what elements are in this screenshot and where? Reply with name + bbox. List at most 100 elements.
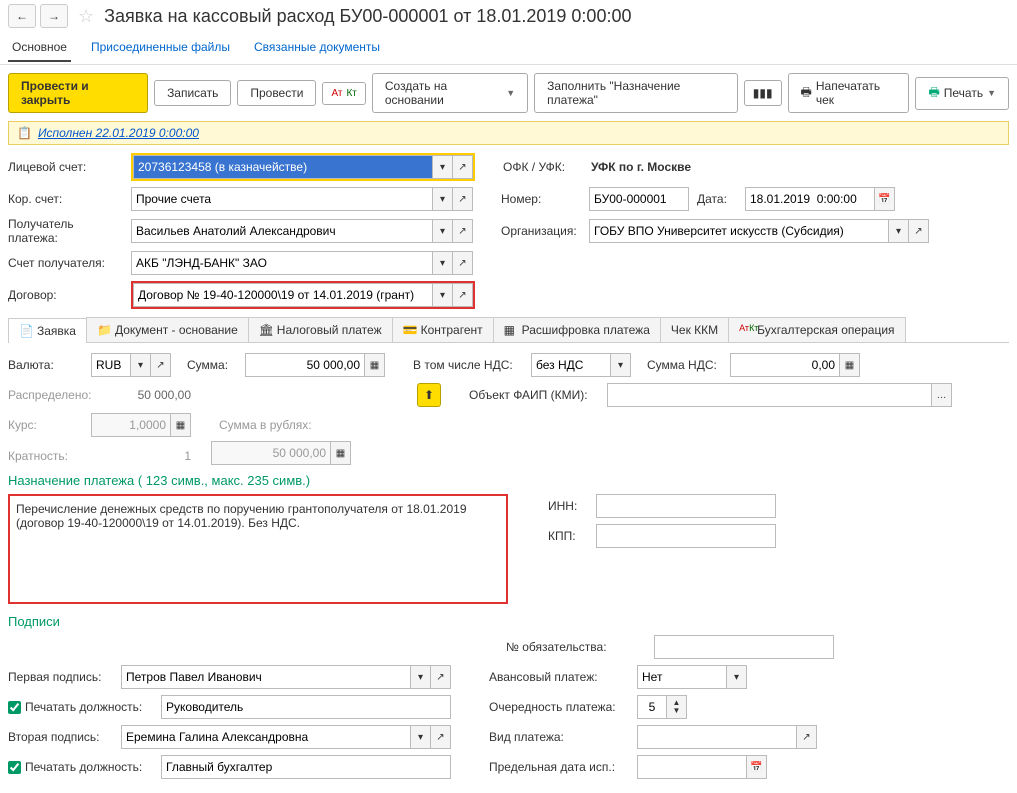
page-title: Заявка на кассовый расход БУ00-000001 от… [104, 6, 631, 27]
rate-field [91, 413, 171, 437]
number-label: Номер: [501, 192, 581, 206]
more-icon[interactable]: … [932, 383, 952, 407]
barcode-icon-button[interactable]: ▮▮▮ [744, 80, 782, 106]
sign1-field[interactable] [121, 665, 411, 689]
print-position2-checkbox[interactable] [8, 761, 21, 774]
dropdown-icon[interactable]: ▾ [889, 219, 909, 243]
inner-tab-tax[interactable]: 🏛Налоговый платеж [248, 317, 393, 342]
distributed-value: 50 000,00 [111, 388, 191, 402]
barcode-icon: ▮▮▮ [753, 86, 773, 100]
position2-field[interactable] [161, 755, 451, 779]
dt-kt-icon: АтКт [739, 323, 753, 337]
personal-account-field[interactable] [133, 155, 433, 179]
inner-tab-basis-doc[interactable]: 📁Документ - основание [86, 317, 249, 342]
print-check-button[interactable]: 🖶Напечатать чек [788, 73, 910, 113]
vat-sum-field[interactable] [730, 353, 840, 377]
open-icon[interactable]: ↗ [453, 219, 473, 243]
inner-tab-application[interactable]: 📄Заявка [8, 318, 87, 343]
deadline-field[interactable] [637, 755, 747, 779]
inn-field[interactable] [596, 494, 776, 518]
folder-icon: 📁 [97, 323, 111, 337]
sum-label: Сумма: [187, 358, 237, 372]
payee-account-field[interactable] [131, 251, 433, 275]
post-and-close-button[interactable]: Провести и закрыть [8, 73, 148, 113]
faip-field[interactable] [607, 383, 932, 407]
status-link[interactable]: Исполнен 22.01.2019 0:00:00 [38, 126, 199, 140]
purpose-textarea[interactable]: Перечисление денежных средств по поручен… [8, 494, 508, 604]
open-icon[interactable]: ↗ [797, 725, 817, 749]
calc-icon[interactable]: ▦ [365, 353, 385, 377]
open-icon[interactable]: ↗ [453, 251, 473, 275]
dropdown-icon[interactable]: ▾ [433, 219, 453, 243]
dropdown-icon[interactable]: ▾ [411, 665, 431, 689]
spinner-icon[interactable]: ▲▼ [667, 695, 687, 719]
signatures-heading: Подписи [8, 614, 1009, 629]
personal-account-label: Лицевой счет: [8, 160, 123, 174]
post-button[interactable]: Провести [237, 80, 316, 106]
open-icon[interactable]: ↗ [151, 353, 171, 377]
save-button[interactable]: Записать [154, 80, 231, 106]
contract-field[interactable] [133, 283, 433, 307]
inner-tab-counterparty[interactable]: 💳Контрагент [392, 317, 494, 342]
obligation-field[interactable] [654, 635, 834, 659]
kpp-field[interactable] [596, 524, 776, 548]
dropdown-icon[interactable]: ▾ [433, 155, 453, 179]
nav-back[interactable]: ← [8, 4, 36, 28]
obligation-label: № обязательства: [506, 640, 646, 654]
inn-label: ИНН: [548, 499, 588, 513]
inner-tab-kkm[interactable]: Чек ККМ [660, 317, 729, 342]
dropdown-icon[interactable]: ▾ [611, 353, 631, 377]
vat-incl-field[interactable] [531, 353, 611, 377]
dropdown-icon[interactable]: ▾ [131, 353, 151, 377]
dropdown-icon[interactable]: ▾ [433, 283, 453, 307]
sign2-field[interactable] [121, 725, 411, 749]
printer-icon: 🖶 [801, 83, 812, 104]
print-position1-checkbox[interactable] [8, 701, 21, 714]
dropdown-icon[interactable]: ▾ [433, 251, 453, 275]
favorite-star-icon[interactable]: ☆ [78, 6, 94, 27]
date-field[interactable] [745, 187, 875, 211]
status-icon: 📋 [17, 126, 32, 140]
calc-icon[interactable]: ▦ [840, 353, 860, 377]
dt-kt-icon-button[interactable]: АтКт [322, 82, 365, 105]
position1-field[interactable] [161, 695, 451, 719]
deadline-label: Предельная дата исп.: [489, 760, 629, 774]
open-icon[interactable]: ↗ [909, 219, 929, 243]
paytype-field[interactable] [637, 725, 797, 749]
advance-field[interactable] [637, 665, 727, 689]
org-label: Организация: [501, 224, 581, 238]
dropdown-icon[interactable]: ▾ [411, 725, 431, 749]
open-icon[interactable]: ↗ [431, 665, 451, 689]
order-field[interactable] [637, 695, 667, 719]
open-icon[interactable]: ↗ [453, 187, 473, 211]
card-icon: 💳 [403, 323, 417, 337]
document-icon: 📄 [19, 324, 33, 338]
up-arrow-button[interactable]: ⬆ [417, 383, 441, 407]
bank-icon: 🏛 [259, 323, 273, 337]
print-button[interactable]: 🖶Печать▼ [915, 77, 1009, 110]
calendar-icon[interactable]: 📅 [875, 187, 895, 211]
number-field[interactable] [589, 187, 689, 211]
inner-tab-details[interactable]: ▦Расшифровка платежа [493, 317, 661, 342]
org-field[interactable] [589, 219, 889, 243]
sum-field[interactable] [245, 353, 365, 377]
nav-forward[interactable]: → [40, 4, 68, 28]
fill-purpose-button[interactable]: Заполнить "Назначение платежа" [534, 73, 738, 113]
dropdown-icon[interactable]: ▾ [727, 665, 747, 689]
printer-icon: 🖶 [928, 83, 939, 104]
tab-related[interactable]: Связанные документы [250, 34, 384, 62]
calc-icon: ▦ [171, 413, 191, 437]
dropdown-icon[interactable]: ▾ [433, 187, 453, 211]
corr-account-field[interactable] [131, 187, 433, 211]
open-icon[interactable]: ↗ [431, 725, 451, 749]
create-based-on-button[interactable]: Создать на основании▼ [372, 73, 528, 113]
purpose-heading: Назначение платежа ( 123 симв., макс. 23… [8, 473, 1009, 488]
inner-tab-accounting[interactable]: АтКтБухгалтерская операция [728, 317, 905, 342]
payee-field[interactable] [131, 219, 433, 243]
open-icon[interactable]: ↗ [453, 155, 473, 179]
tab-main[interactable]: Основное [8, 34, 71, 62]
tab-files[interactable]: Присоединенные файлы [87, 34, 234, 62]
calendar-icon[interactable]: 📅 [747, 755, 767, 779]
currency-field[interactable] [91, 353, 131, 377]
open-icon[interactable]: ↗ [453, 283, 473, 307]
